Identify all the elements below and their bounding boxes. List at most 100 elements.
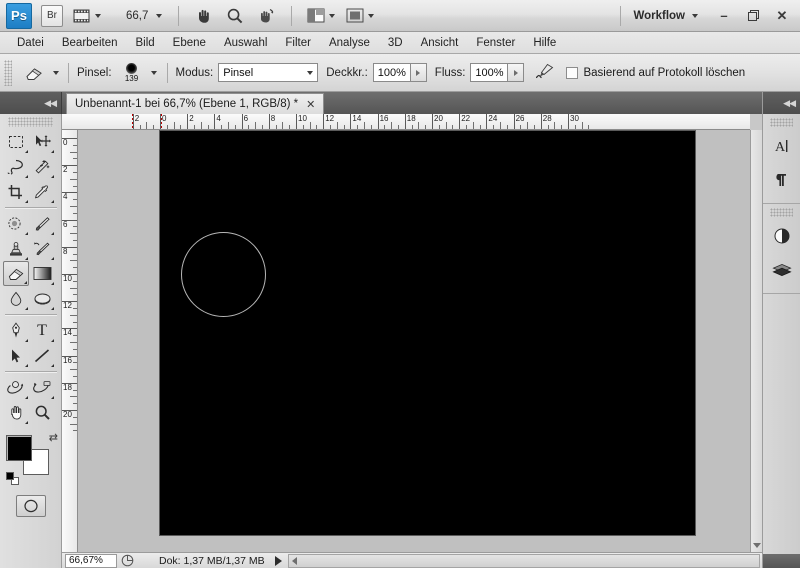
chevron-down-icon[interactable] (95, 13, 101, 18)
chevron-down-icon[interactable] (692, 13, 698, 18)
foreground-color-swatch[interactable] (6, 435, 32, 461)
right-dock-collapse-bar[interactable]: ◀◀ (763, 92, 800, 114)
ruler-tick-minor (391, 122, 393, 129)
paragraph-panel-button[interactable] (766, 164, 798, 196)
menu-datei[interactable]: Datei (8, 33, 53, 53)
zoom-input[interactable]: 66,67% (65, 553, 117, 568)
canvas-vertical-scrollbar[interactable] (750, 130, 762, 552)
flow-input[interactable]: 100% (470, 63, 509, 82)
menu-hilfe[interactable]: Hilfe (524, 33, 565, 53)
zoom-tool[interactable] (29, 400, 55, 425)
canvas-area[interactable] (78, 130, 750, 552)
type-tool[interactable]: T (29, 318, 55, 343)
ruler-tick-minor (146, 122, 148, 129)
close-icon[interactable]: ✕ (306, 98, 315, 111)
magic-wand-tool[interactable] (29, 154, 55, 179)
tool-palette-collapse-bar[interactable]: ◀◀ (0, 92, 62, 114)
collapse-arrows-icon[interactable]: ◀◀ (783, 98, 796, 109)
menu-ebene[interactable]: Ebene (164, 33, 215, 53)
line-tool[interactable] (29, 343, 55, 368)
adjustments-panel-button[interactable] (766, 220, 798, 252)
bridge-icon[interactable]: Br (41, 4, 63, 27)
blend-mode-select[interactable]: Pinsel (218, 63, 319, 82)
hand-icon[interactable] (193, 5, 215, 27)
chevron-down-icon[interactable] (156, 13, 163, 18)
zoom-icon[interactable] (224, 5, 246, 27)
mini-bridge-icon[interactable] (72, 5, 102, 27)
menu-3d[interactable]: 3D (379, 33, 412, 53)
screen-mode-icon[interactable] (345, 5, 375, 27)
gradient-tool[interactable] (29, 261, 55, 286)
airbrush-icon[interactable] (534, 62, 556, 83)
menu-bearbeiten[interactable]: Bearbeiten (53, 33, 127, 53)
panel-group-grip[interactable] (770, 208, 793, 217)
tool-palette-grip[interactable] (8, 117, 53, 127)
dodge-tool[interactable] (29, 286, 55, 311)
menu-filter[interactable]: Filter (276, 33, 320, 53)
lasso-tool[interactable] (3, 154, 29, 179)
close-button[interactable]: ✕ (771, 6, 793, 26)
blur-tool[interactable] (3, 286, 29, 311)
image-canvas[interactable] (160, 131, 695, 535)
menu-auswahl[interactable]: Auswahl (215, 33, 276, 53)
ruler-tick-minor (472, 122, 474, 129)
rotate-view-icon[interactable] (255, 5, 277, 27)
vertical-ruler[interactable]: 0 2 4 6 8 10 12 14 16 18 20 (62, 130, 78, 552)
opacity-slider-button[interactable] (410, 63, 427, 82)
scroll-left-arrow[interactable] (291, 556, 297, 565)
opacity-input[interactable]: 100% (372, 63, 411, 82)
zoom-level-display[interactable]: 66,7 (126, 10, 163, 22)
erase-to-history-checkbox[interactable] (566, 66, 579, 79)
panel-group-grip[interactable] (770, 118, 793, 127)
ruler-tick-minor (73, 335, 77, 337)
eyedropper-tool[interactable] (29, 179, 55, 204)
ruler-tick-minor (581, 122, 583, 129)
flow-slider-button[interactable] (508, 63, 525, 82)
default-colors-icon[interactable] (6, 472, 19, 485)
clone-stamp-tool[interactable] (3, 236, 29, 261)
workspace-switcher[interactable]: Workflow – ✕ (621, 6, 800, 26)
hand-tool[interactable] (3, 400, 29, 425)
ruler-label: 2 (189, 114, 194, 123)
menu-bild[interactable]: Bild (126, 33, 163, 53)
character-panel-button[interactable]: A (766, 130, 798, 162)
3d-camera-tool[interactable] (29, 375, 55, 400)
eraser-icon[interactable] (24, 64, 46, 82)
line-shape-icon (34, 348, 50, 362)
collapse-arrows-icon[interactable]: ◀◀ (44, 98, 57, 109)
swap-colors-icon[interactable]: ⇄ (49, 431, 58, 444)
ruler-label: 12 (63, 301, 72, 311)
brush-tool[interactable] (29, 211, 55, 236)
document-tab[interactable]: Unbenannt-1 bei 66,7% (Ebene 1, RGB/8) *… (66, 93, 325, 114)
ruler-tick-minor (73, 280, 77, 282)
horizontal-ruler[interactable]: 2 0 2 4 6 8 10 12 14 16 18 20 22 24 26 28 30 (62, 114, 750, 130)
eraser-tool[interactable] (3, 261, 29, 286)
restore-button[interactable] (742, 6, 764, 26)
move-tool[interactable] (29, 129, 55, 154)
layers-panel-button[interactable] (766, 254, 798, 286)
canvas-horizontal-scrollbar[interactable] (287, 553, 760, 568)
rectangular-marquee-tool[interactable] (3, 129, 29, 154)
spot-healing-brush-tool[interactable] (3, 211, 29, 236)
options-bar-grip[interactable] (4, 59, 12, 86)
pen-tool[interactable] (3, 318, 29, 343)
menu-analyse[interactable]: Analyse (320, 33, 379, 53)
status-menu-arrow-icon[interactable] (274, 555, 282, 566)
path-selection-tool[interactable] (3, 343, 29, 368)
chevron-down-icon[interactable] (329, 13, 336, 18)
ruler-tick-minor (200, 122, 202, 129)
document-preview-icon[interactable] (117, 554, 137, 568)
chevron-down-icon[interactable] (368, 13, 375, 18)
minimize-button[interactable]: – (713, 6, 735, 26)
quick-mask-icon[interactable] (15, 495, 46, 517)
arrange-documents-icon[interactable] (306, 5, 336, 27)
brush-picker-chevron-icon[interactable] (150, 70, 157, 75)
menu-ansicht[interactable]: Ansicht (412, 33, 468, 53)
menu-fenster[interactable]: Fenster (467, 33, 524, 53)
history-brush-tool[interactable] (29, 236, 55, 261)
tool-preset-chevron-icon[interactable] (53, 70, 59, 75)
brush-preview[interactable]: 139 (117, 59, 147, 87)
3d-rotate-tool[interactable] (3, 375, 29, 400)
crop-tool[interactable] (3, 179, 29, 204)
ruler-label: 8 (63, 246, 68, 256)
